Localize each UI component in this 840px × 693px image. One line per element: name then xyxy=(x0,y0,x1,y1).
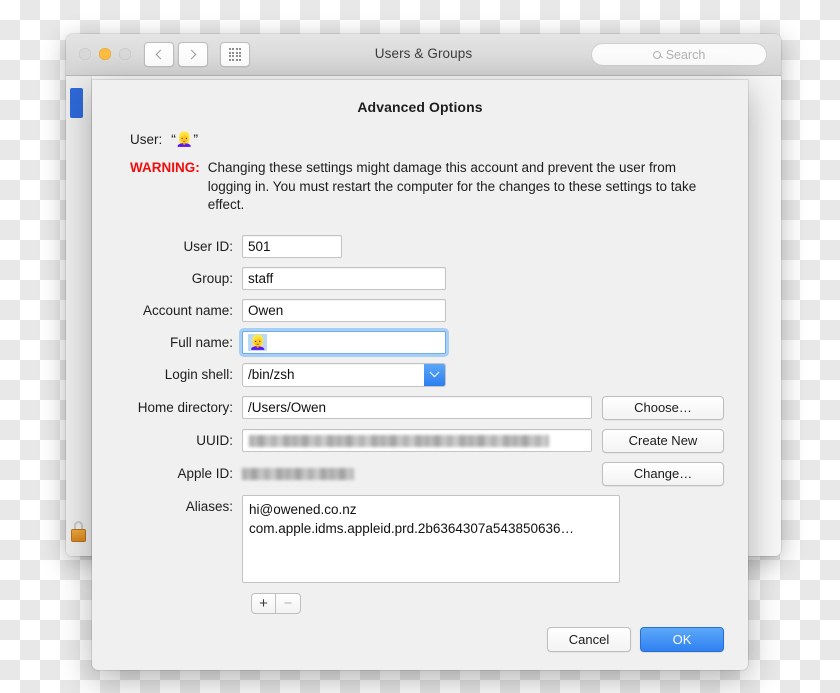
sheet-title: Advanced Options xyxy=(357,99,483,115)
warning-text: Changing these settings might damage thi… xyxy=(207,160,697,212)
user-id-label: User ID: xyxy=(183,238,233,254)
aliases-add-remove-control: + − xyxy=(251,592,724,614)
list-item[interactable]: com.apple.idms.appleid.prd.2b6364307a543… xyxy=(243,519,619,538)
apple-id-label: Apple ID: xyxy=(177,466,233,481)
warning-row: WARNING: Changing these settings might d… xyxy=(116,159,724,215)
field-row-home-directory: Home directory: /Users/Owen Choose… xyxy=(116,395,724,420)
account-name-input[interactable]: Owen xyxy=(242,298,446,322)
home-directory-input[interactable]: /Users/Owen xyxy=(242,396,592,419)
advanced-options-form: User ID: 501 Group: staff Account name: … xyxy=(116,234,724,614)
cancel-button[interactable]: Cancel xyxy=(547,627,631,652)
home-directory-label: Home directory: xyxy=(137,400,233,415)
user-label: User: xyxy=(130,132,163,147)
login-shell-popup[interactable]: /bin/zsh xyxy=(242,362,446,387)
chevron-down-icon xyxy=(424,363,445,386)
user-id-input[interactable]: 501 xyxy=(242,234,342,258)
warning-label: WARNING: xyxy=(130,159,200,175)
field-row-full-name: Full name: 👱‍♀️ xyxy=(116,330,724,354)
users-sidebar xyxy=(66,76,92,556)
choose-button[interactable]: Choose… xyxy=(602,395,724,420)
uuid-redacted-value xyxy=(249,434,549,447)
group-label: Group: xyxy=(191,270,233,286)
group-input[interactable]: staff xyxy=(242,266,446,290)
sidebar-selected-user[interactable] xyxy=(70,88,83,118)
field-row-user-id: User ID: 501 xyxy=(116,234,724,258)
screenshot-root: Users & Groups Search Advanced Options U… xyxy=(0,0,840,693)
login-shell-label: Login shell: xyxy=(164,367,233,382)
field-row-login-shell: Login shell: /bin/zsh xyxy=(116,362,724,387)
uuid-label: UUID: xyxy=(196,433,233,448)
add-alias-button[interactable]: + xyxy=(251,592,276,614)
uuid-input[interactable] xyxy=(242,429,592,452)
field-row-aliases: Aliases: hi@owened.co.nz com.apple.idms.… xyxy=(116,494,724,583)
aliases-list[interactable]: hi@owened.co.nz com.apple.idms.appleid.p… xyxy=(242,494,620,583)
field-row-apple-id: Apple ID: Change… xyxy=(116,461,724,486)
create-new-button[interactable]: Create New xyxy=(602,428,724,453)
aliases-label: Aliases: xyxy=(185,498,233,514)
search-placeholder: Search xyxy=(665,47,706,62)
full-name-input[interactable]: 👱‍♀️ xyxy=(242,330,446,354)
ok-button[interactable]: OK xyxy=(640,627,724,652)
field-row-account-name: Account name: Owen xyxy=(116,298,724,322)
lock-icon[interactable] xyxy=(71,521,86,542)
search-icon xyxy=(652,50,661,59)
apple-id-redacted-value xyxy=(242,467,354,480)
advanced-options-sheet: Advanced Options User: “👱‍♀️” WARNING: C… xyxy=(92,80,748,670)
full-name-label: Full name: xyxy=(169,334,233,350)
search-field[interactable]: Search xyxy=(591,43,767,66)
lock-body xyxy=(71,529,86,542)
full-name-value: 👱‍♀️ xyxy=(248,333,268,351)
change-button[interactable]: Change… xyxy=(602,461,724,486)
user-value: “👱‍♀️” xyxy=(171,131,199,147)
login-shell-value: /bin/zsh xyxy=(248,367,295,382)
field-row-group: Group: staff xyxy=(116,266,724,290)
apple-id-value xyxy=(242,464,592,484)
list-item[interactable]: hi@owened.co.nz xyxy=(243,500,619,519)
account-name-label: Account name: xyxy=(142,302,233,318)
user-row: User: “👱‍♀️” xyxy=(116,131,724,148)
sheet-footer: Cancel OK xyxy=(547,627,724,652)
field-row-uuid: UUID: Create New xyxy=(116,428,724,453)
remove-alias-button[interactable]: − xyxy=(276,592,301,614)
window-titlebar: Users & Groups Search xyxy=(66,34,781,76)
